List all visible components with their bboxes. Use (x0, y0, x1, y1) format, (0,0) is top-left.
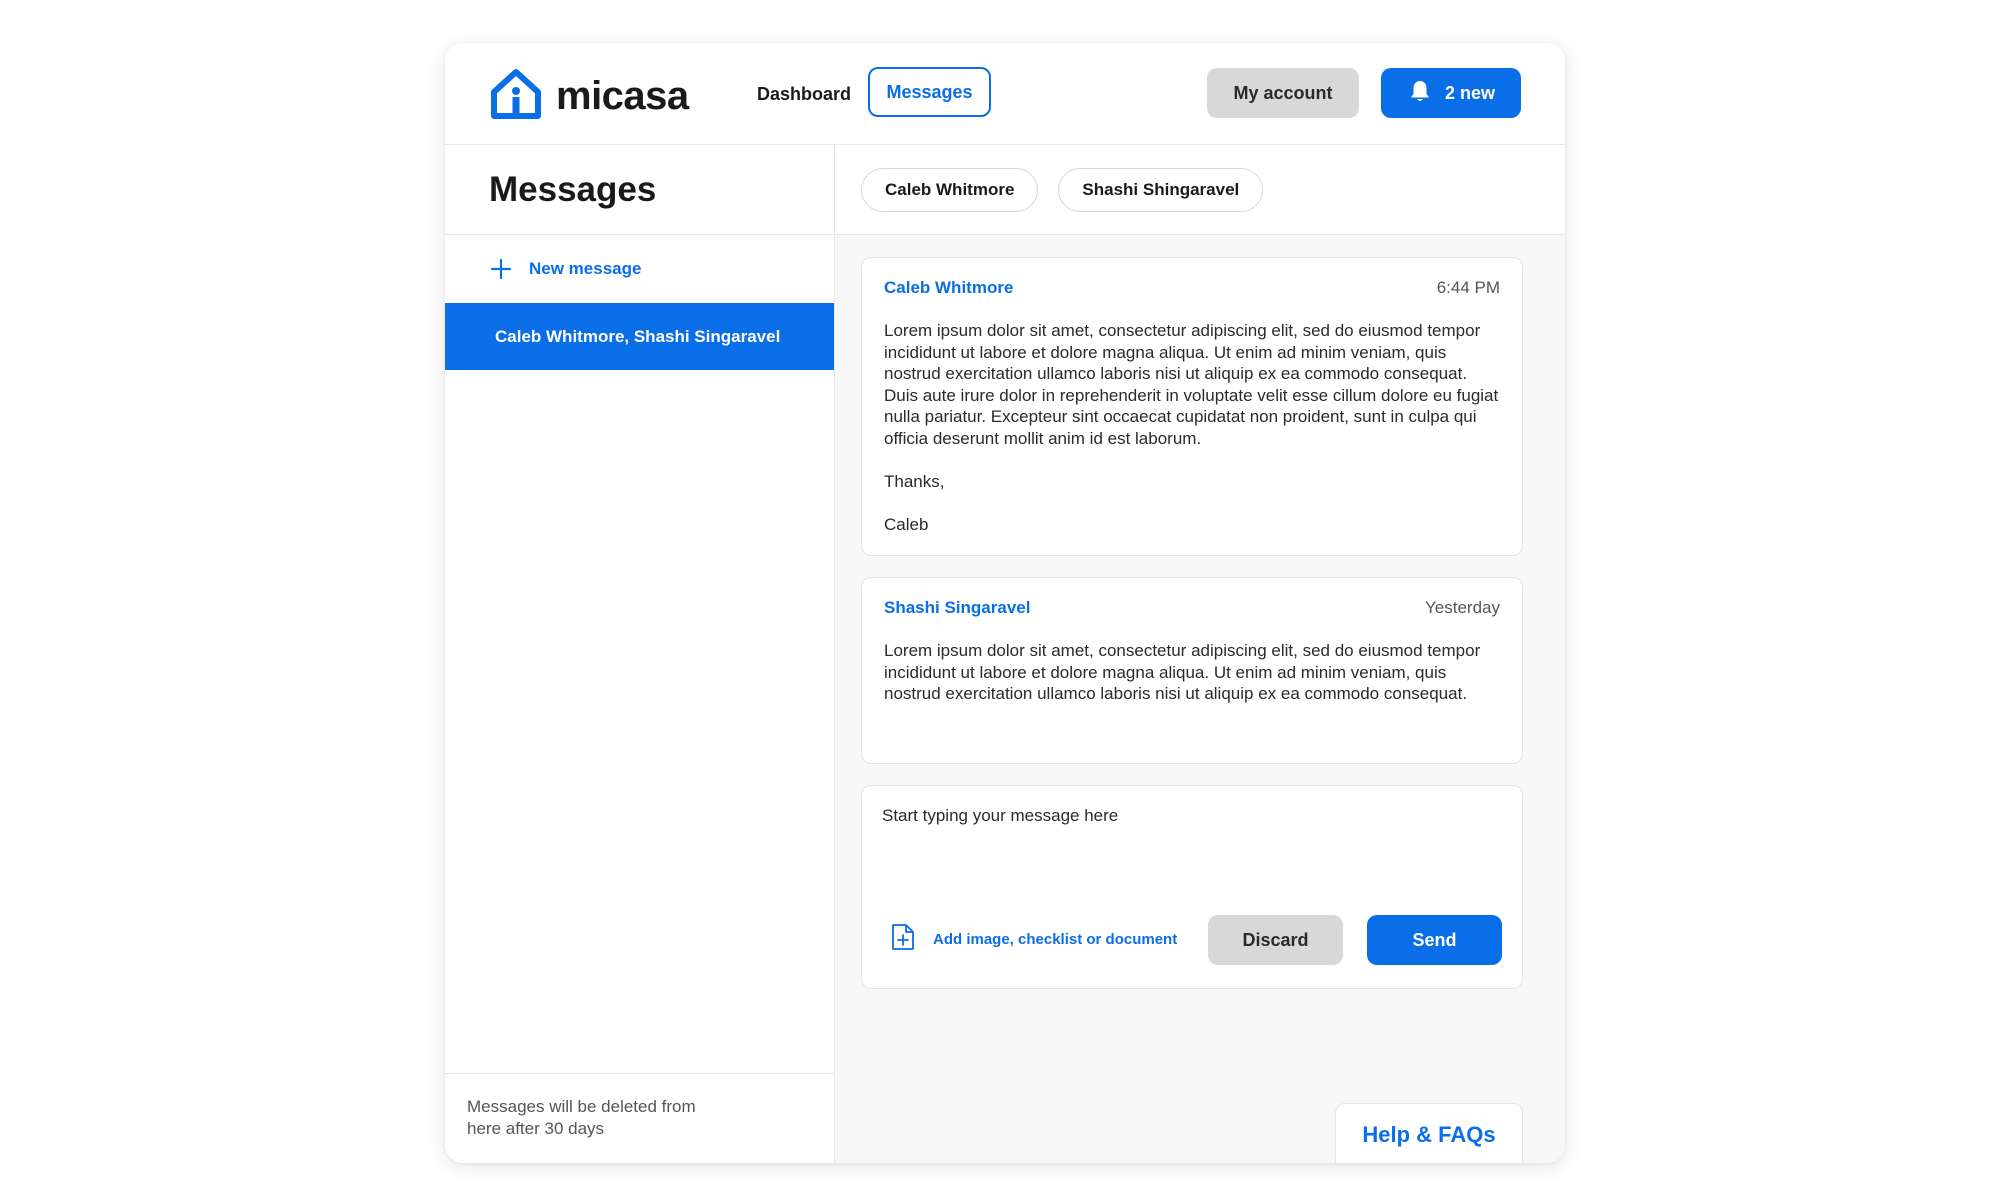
message-sender[interactable]: Shashi Singaravel (884, 598, 1030, 618)
thread-item-selected[interactable]: Caleb Whitmore, Shashi Singaravel (445, 303, 834, 370)
new-message-label: New message (529, 259, 642, 278)
plus-icon (490, 253, 514, 285)
bell-icon (1407, 78, 1445, 109)
message-card: Shashi Singaravel Yesterday Lorem ipsum … (861, 577, 1523, 764)
message-input[interactable] (882, 806, 1502, 886)
page-title: Messages (489, 169, 657, 209)
message-paragraph: Lorem ipsum dolor sit amet, consectetur … (884, 321, 1499, 448)
message-sender[interactable]: Caleb Whitmore (884, 278, 1013, 298)
sidebar-header: Messages (445, 145, 834, 235)
add-attachment-label: Add image, checklist or document (933, 931, 1178, 948)
retention-note: Messages will be deleted from here after… (445, 1073, 834, 1163)
participant-chip[interactable]: Caleb Whitmore (861, 167, 1039, 212)
message-timestamp: 6:44 PM (1436, 278, 1500, 297)
message-paragraph: Lorem ipsum dolor sit amet, consectetur … (884, 641, 1481, 703)
message-body: Lorem ipsum dolor sit amet, consectetur … (884, 640, 1500, 705)
discard-button[interactable]: Discard (1208, 915, 1343, 965)
message-card: Caleb Whitmore 6:44 PM Lorem ipsum dolor… (861, 257, 1523, 556)
logo-text: micasa (556, 74, 689, 118)
nav-dashboard[interactable]: Dashboard (745, 69, 863, 119)
top-header: micasa Dashboard Messages My account 2 n… (445, 43, 1565, 145)
logo[interactable]: micasa (488, 66, 689, 127)
app-window: micasa Dashboard Messages My account 2 n… (445, 43, 1565, 1163)
nav-messages[interactable]: Messages (868, 67, 991, 117)
message-timestamp: Yesterday (1425, 598, 1500, 617)
house-logo-icon (488, 66, 544, 127)
notifications-button[interactable]: 2 new (1381, 68, 1521, 118)
document-add-icon (890, 923, 933, 956)
my-account-button[interactable]: My account (1207, 68, 1359, 118)
sidebar: Messages New message Caleb Whitmore, Sha… (445, 145, 835, 1163)
participant-chip[interactable]: Shashi Shingaravel (1058, 167, 1264, 212)
compose-box: Add image, checklist or document Discard… (861, 785, 1523, 989)
participants-bar: Caleb Whitmore Shashi Shingaravel (835, 145, 1565, 235)
send-button[interactable]: Send (1367, 915, 1502, 965)
retention-note-text: Messages will be deleted from here after… (467, 1097, 696, 1138)
message-paragraph: Thanks, (884, 471, 945, 491)
message-body: Lorem ipsum dolor sit amet, consectetur … (884, 320, 1500, 535)
add-attachment-button[interactable]: Add image, checklist or document (890, 923, 1177, 956)
notifications-label: 2 new (1444, 82, 1496, 103)
conversation-panel: Caleb Whitmore Shashi Shingaravel Caleb … (835, 145, 1565, 1163)
message-paragraph: Caleb (884, 514, 929, 534)
help-faqs-tab[interactable]: Help & FAQs (1335, 1103, 1523, 1163)
new-message-button[interactable]: New message (445, 235, 834, 303)
